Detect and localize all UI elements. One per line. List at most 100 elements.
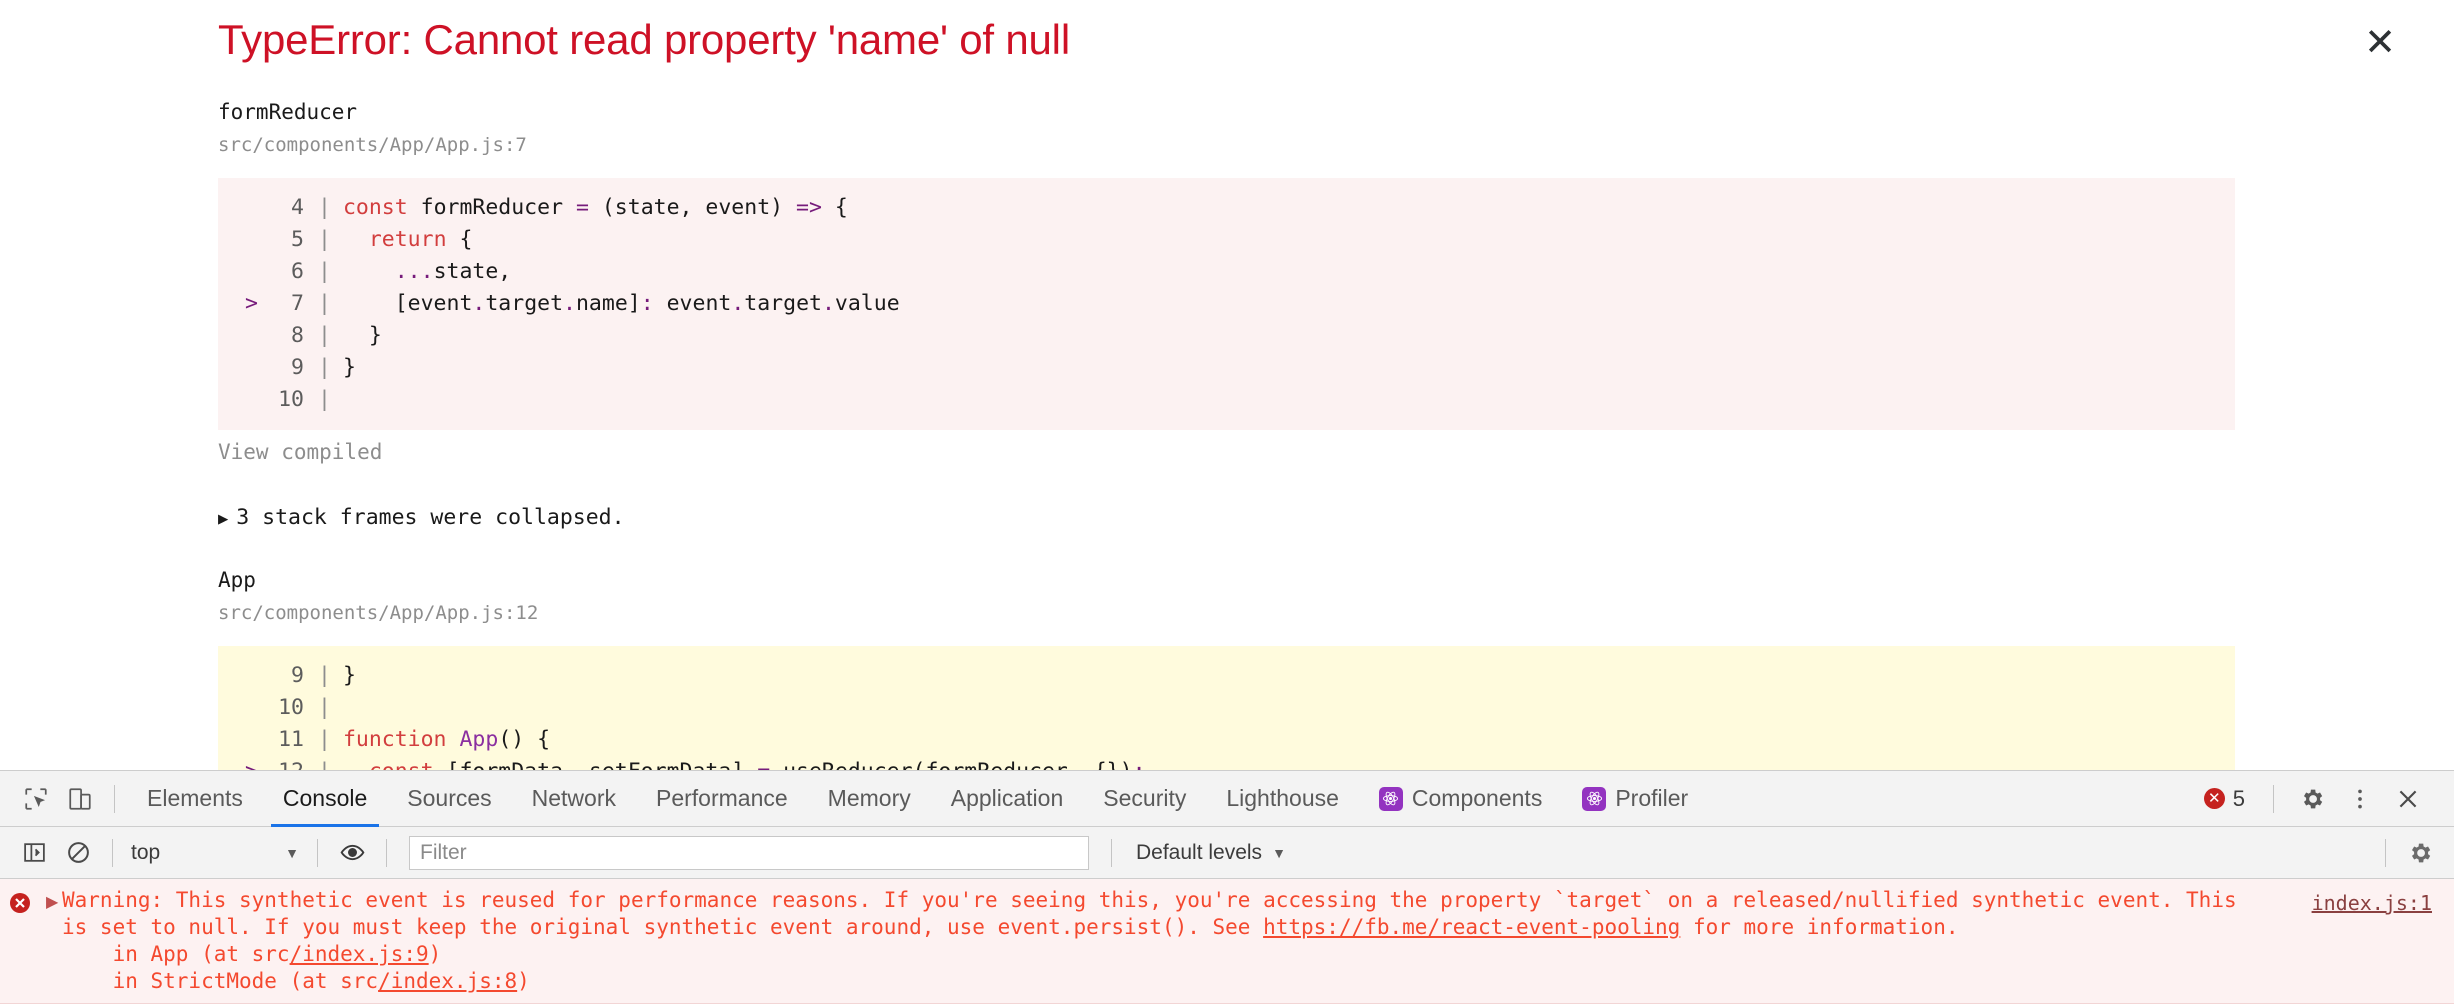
tab-memory[interactable]: Memory (808, 771, 931, 827)
line-number: 7 (291, 291, 304, 316)
tab-application[interactable]: Application (931, 771, 1084, 827)
code-snippet-app: 9|}10|11|function App() {>12| const [for… (218, 646, 2235, 770)
code-line: 5 | return { (218, 224, 2235, 256)
line-separator: | (318, 227, 331, 252)
line-code: } (342, 663, 356, 688)
message-source-link[interactable]: index.js:1 (2312, 891, 2432, 915)
tab-label: Application (950, 785, 1064, 811)
chevron-down-icon-2: ▼ (1272, 844, 1286, 861)
tab-label: Components (1411, 785, 1543, 811)
arrow-token: => (796, 195, 822, 220)
live-expression-icon[interactable] (330, 831, 374, 875)
line-separator: | (304, 759, 331, 770)
line-number: 5 (291, 227, 304, 252)
line-separator: | (318, 323, 331, 348)
tab-label: Console (282, 785, 368, 811)
console-filter-bar: top ▼ Default levels ▼ (0, 827, 2454, 879)
log-levels-select[interactable]: Default levels ▼ (1124, 841, 1298, 865)
tab-elements[interactable]: Elements (127, 771, 263, 827)
line-number: 4 (291, 195, 304, 220)
operator-token: = (757, 759, 770, 770)
tab-network[interactable]: Network (512, 771, 636, 827)
line-number: 6 (291, 259, 304, 284)
devtools-toolbar-right: ✕ 5 (2192, 777, 2440, 821)
tab-label: Performance (656, 785, 788, 811)
message-text: Warning: This synthetic event is reused … (62, 887, 2254, 941)
tab-components[interactable]: Components (1359, 771, 1562, 827)
code-snippet-formreducer: 4 | const formReducer = (state, event) => … (218, 178, 2235, 430)
line-separator: | (318, 727, 331, 752)
stack-frame-location-formreducer[interactable]: src/components/App/App.js:7 (218, 134, 527, 156)
tab-sources[interactable]: Sources (387, 771, 511, 827)
view-compiled-link[interactable]: View compiled (218, 440, 382, 464)
error-circle-icon (8, 891, 32, 915)
tab-lighthouse[interactable]: Lighthouse (1206, 771, 1359, 827)
close-icon[interactable] (2386, 777, 2430, 821)
line-separator: | (318, 195, 331, 220)
log-levels-value: Default levels (1136, 840, 1263, 864)
line-code: [event.target.name]: event.target.value (342, 291, 900, 316)
tab-label: Profiler (1615, 785, 1689, 811)
execution-context-value: top (131, 840, 161, 864)
close-overlay-button[interactable]: ✕ (2358, 22, 2402, 66)
toolbar-divider-2 (2273, 784, 2274, 813)
line-separator: | (318, 355, 331, 380)
line-separator: | (318, 259, 331, 284)
code-line: >7 | [event.target.name]: event.target.va… (218, 288, 2235, 320)
console-sidebar-icon[interactable] (12, 831, 56, 875)
code-line: 4 | const formReducer = (state, event) => … (218, 192, 2235, 224)
keyword-token: const (342, 195, 408, 220)
filterbar-right (2373, 831, 2442, 875)
execution-context-select[interactable]: top ▼ (125, 835, 305, 871)
line-number: 9 (291, 355, 304, 380)
line-code: } (342, 355, 356, 380)
line-code: const formReducer = (state, event) => { (342, 195, 848, 220)
tab-label: Sources (407, 785, 492, 811)
filterbar-divider-2 (317, 838, 318, 867)
devtools-tab-list: Elements Console Sources Network Performance… (127, 771, 1708, 827)
expand-message-icon[interactable]: ▶ (46, 892, 58, 912)
line-number: 10 (278, 695, 304, 720)
react-error-overlay: TypeError: Cannot read property 'name' o… (0, 0, 2454, 770)
stack-trace-line: in App (at src/index.js:9) (62, 942, 442, 966)
error-title: TypeError: Cannot read property 'name' o… (218, 16, 1070, 63)
toolbar-divider (114, 784, 115, 813)
line-code: return { (368, 227, 473, 252)
line-number: 9 (291, 663, 304, 688)
collapsed-frames-label: 3 stack frames were collapsed. (236, 505, 625, 530)
line-number: 11 (278, 727, 304, 752)
tab-security[interactable]: Security (1083, 771, 1206, 827)
clear-console-icon[interactable] (56, 831, 100, 875)
device-toolbar-icon[interactable] (58, 777, 102, 821)
line-separator: | (318, 663, 331, 688)
current-line-marker: > (226, 756, 258, 770)
tab-console[interactable]: Console (263, 771, 387, 827)
collapsed-frames-toggle[interactable]: ▶ 3 stack frames were collapsed. (218, 505, 625, 530)
console-settings-icon[interactable] (2398, 831, 2442, 875)
stack-trace-link[interactable]: /index.js:8 (378, 969, 517, 993)
stack-trace-line: in StrictMode (at src/index.js:8) (62, 969, 530, 993)
line-code: ...state, (394, 259, 512, 284)
console-error-message[interactable]: ▶ index.js:1 Warning: This synthetic eve… (0, 879, 2454, 1004)
tab-label: Network (531, 785, 616, 811)
stack-frame-location-app[interactable]: src/components/App/App.js:12 (218, 602, 538, 624)
tab-profiler[interactable]: Profiler (1562, 771, 1708, 827)
stack-trace-link[interactable]: /index.js:9 (290, 942, 429, 966)
message-stack-trace: in App (at src/index.js:9) in StrictMode… (62, 941, 2454, 995)
kebab-menu-icon[interactable] (2338, 777, 2382, 821)
filter-input[interactable] (409, 835, 1089, 870)
code-line: 9 |} (218, 660, 2235, 692)
gear-icon[interactable] (2290, 777, 2334, 821)
dot-token: . (821, 291, 835, 316)
code-line: 10 | (218, 692, 2235, 724)
stack-frame-name-formreducer: formReducer (218, 100, 358, 124)
line-separator: | (318, 291, 331, 316)
error-count-badge[interactable]: ✕ 5 (2192, 786, 2257, 812)
react-event-pooling-link[interactable]: https://fb.me/react-event-pooling (1263, 915, 1680, 939)
dot-token: . (563, 291, 576, 316)
code-line: 9 |} (218, 352, 2235, 384)
tab-performance[interactable]: Performance (636, 771, 808, 827)
devtools-tabbar: Elements Console Sources Network Performance… (0, 771, 2454, 827)
inspect-element-icon[interactable] (14, 777, 58, 821)
